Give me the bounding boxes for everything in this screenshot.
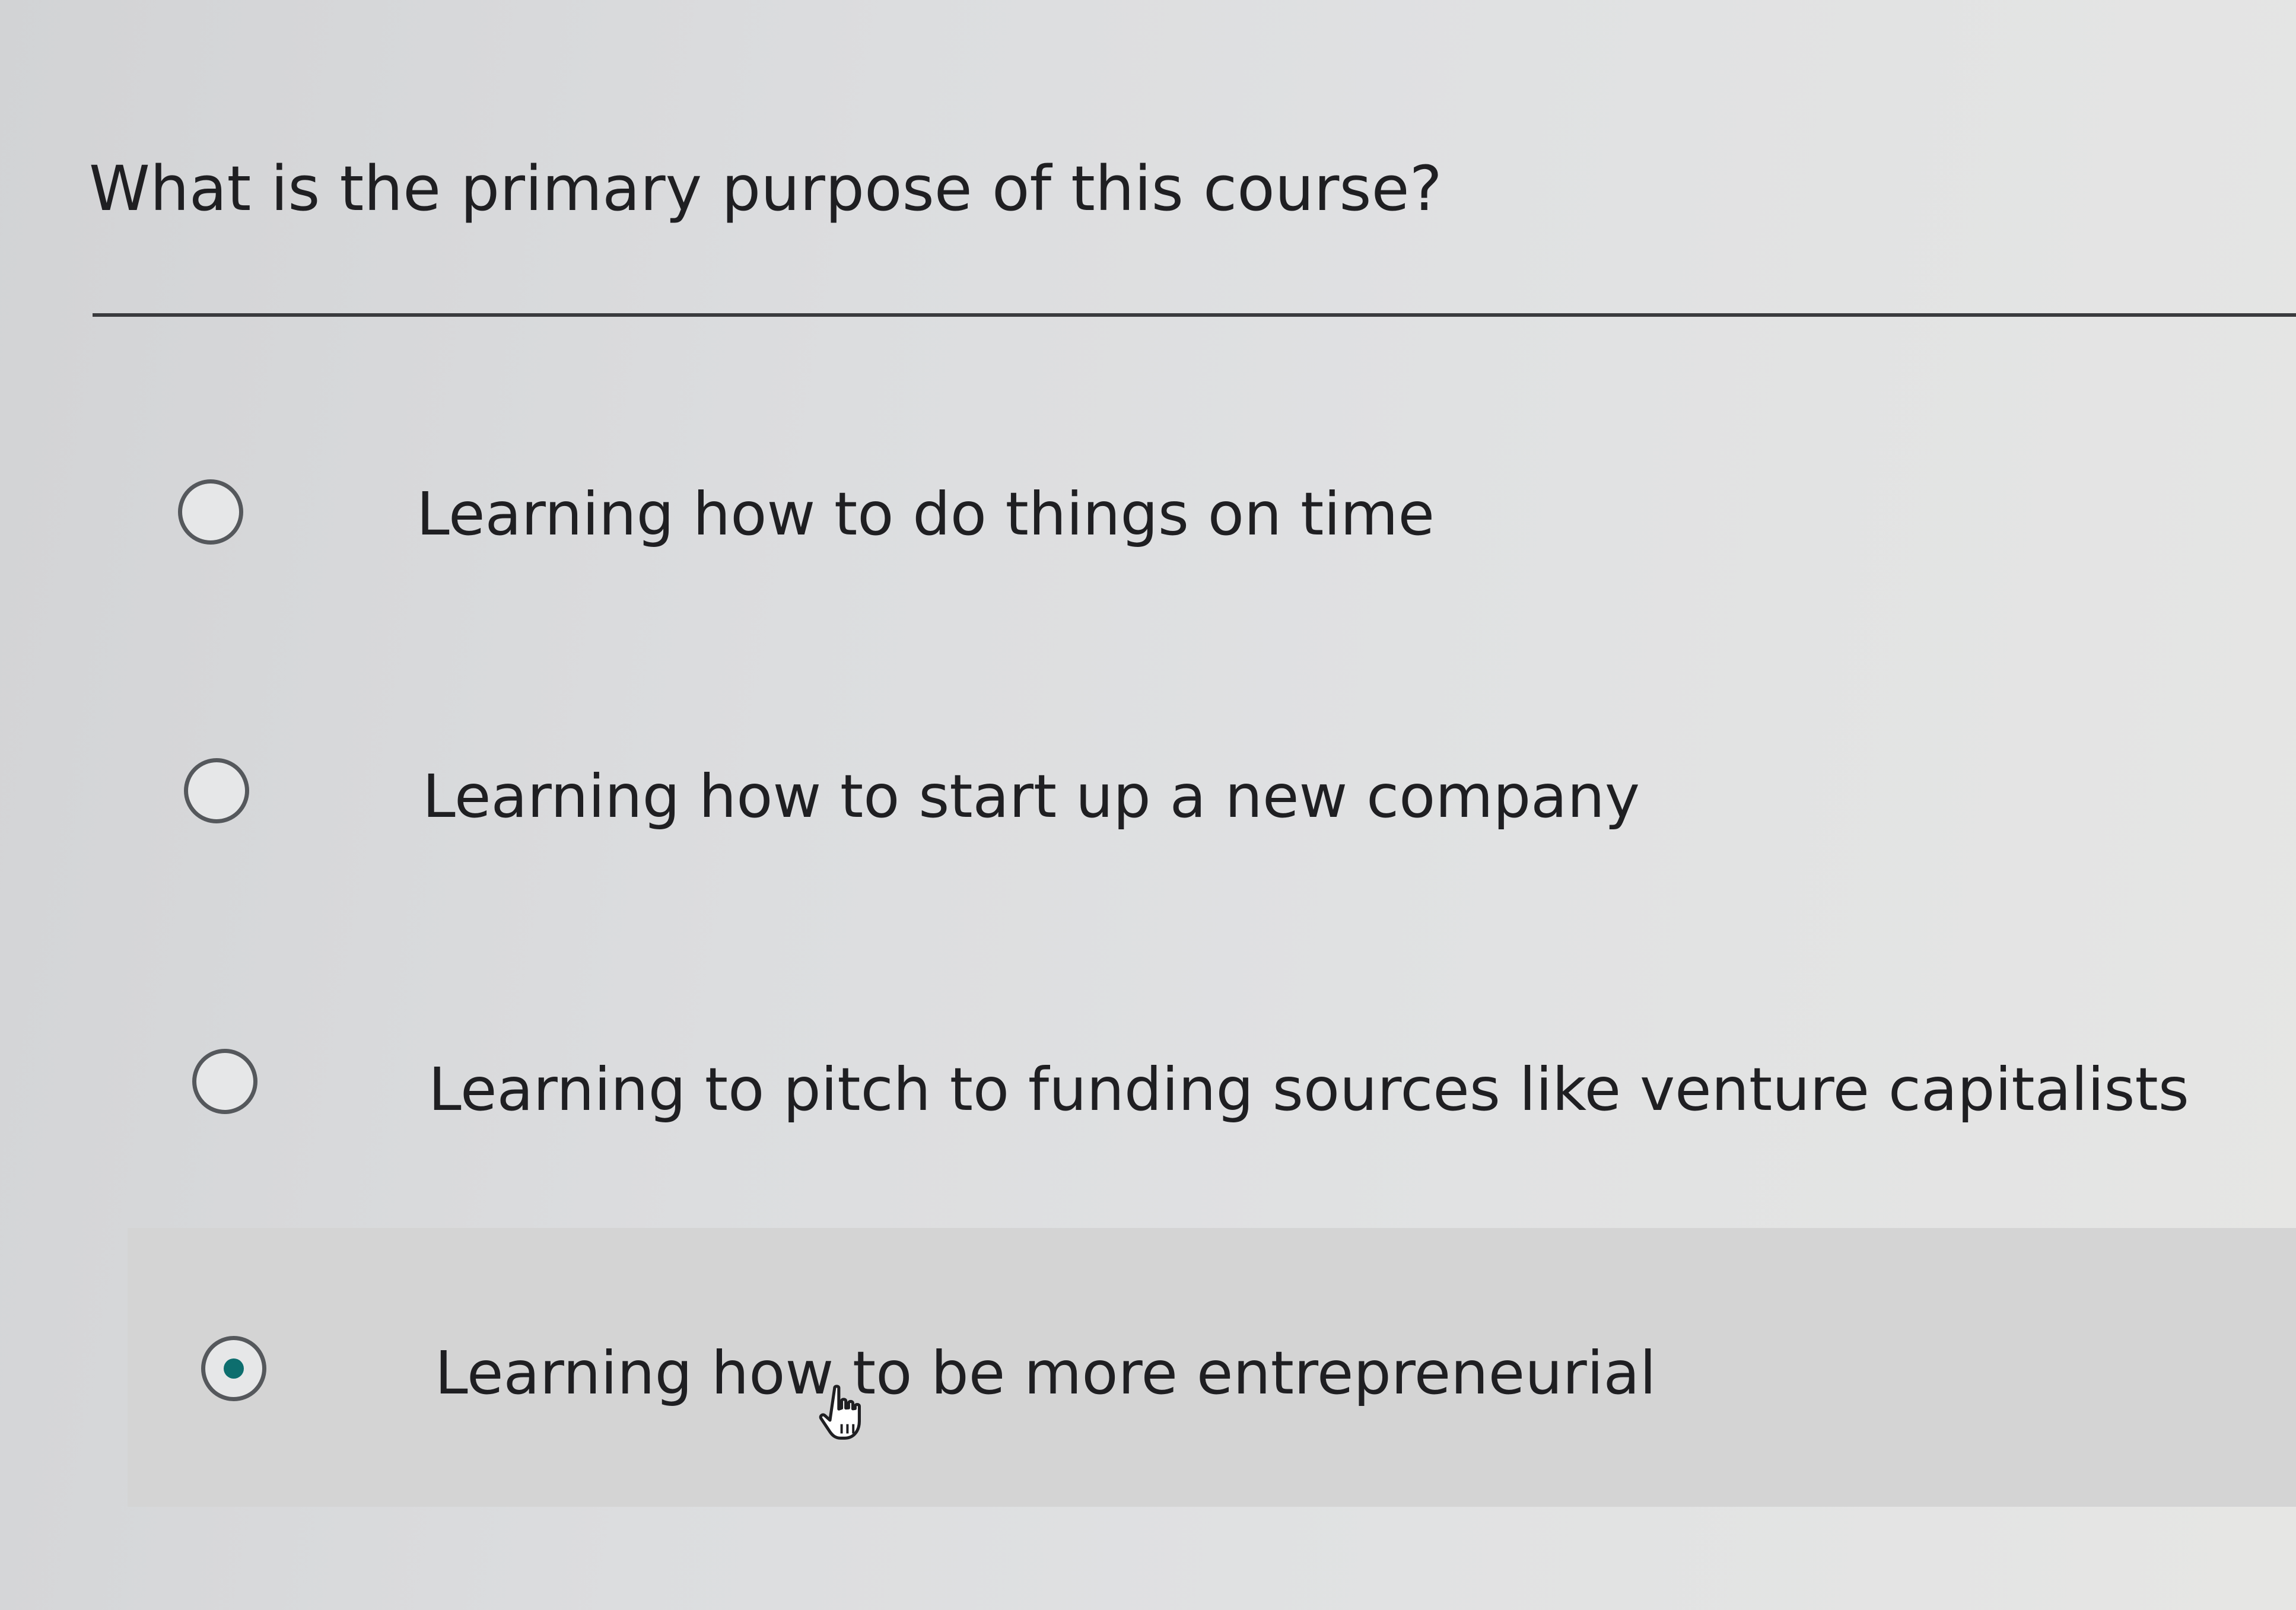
option-label-4[interactable]: Learning how to be more entrepreneurial [435, 1335, 1656, 1412]
radio-button-1[interactable] [178, 479, 243, 545]
radio-button-2[interactable] [184, 758, 249, 823]
hand-pointer-icon [819, 1385, 861, 1440]
quiz-page: What is the primary purpose of this cour… [0, 0, 2296, 1610]
option-label-2[interactable]: Learning how to start up a new company [422, 758, 1640, 835]
radio-selected-dot [224, 1358, 244, 1379]
question-text: What is the primary purpose of this cour… [89, 152, 1442, 225]
option-row-4-selected[interactable]: Learning how to be more entrepreneurial [128, 1228, 2296, 1507]
option-label-3[interactable]: Learning to pitch to funding sources lik… [428, 1051, 2189, 1128]
option-row-2[interactable]: Learning how to start up a new company [0, 718, 2296, 896]
option-row-3[interactable]: Learning to pitch to funding sources lik… [0, 1008, 2296, 1186]
option-row-1[interactable]: Learning how to do things on time [0, 427, 2296, 605]
radio-button-3[interactable] [192, 1049, 257, 1114]
radio-button-4-selected[interactable] [201, 1336, 266, 1401]
question-divider [93, 313, 2296, 317]
option-label-1[interactable]: Learning how to do things on time [416, 476, 1435, 553]
